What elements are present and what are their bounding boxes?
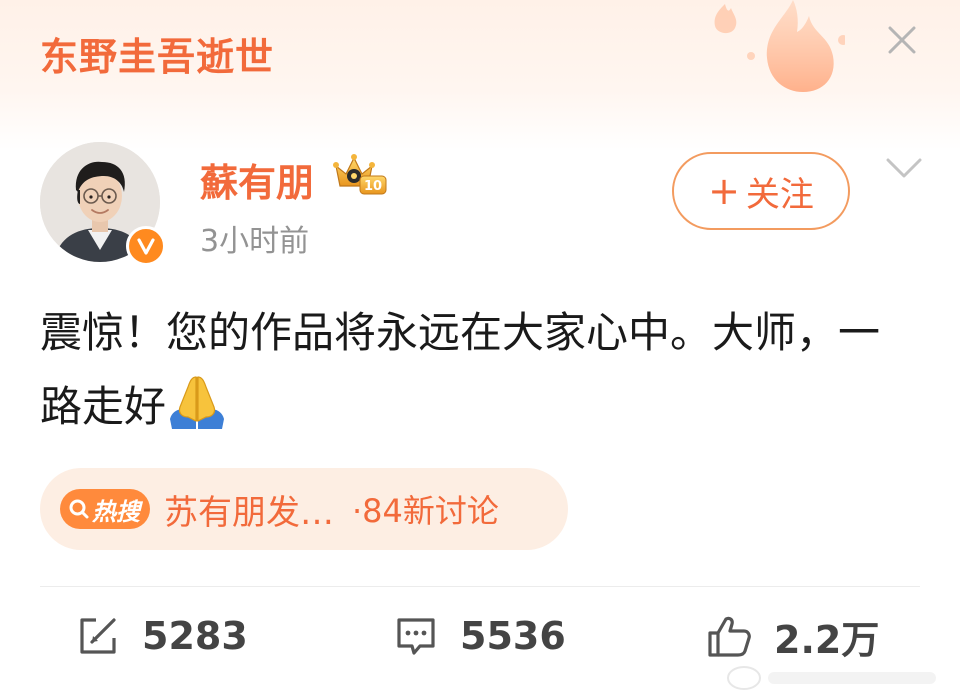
repost-icon	[80, 618, 116, 654]
thumbs-up-icon	[708, 616, 751, 657]
vip-crown-icon[interactable]: 10	[330, 152, 388, 196]
author-name[interactable]: 蘇有朋	[200, 152, 314, 207]
close-icon[interactable]	[880, 18, 924, 62]
chevron-down-icon[interactable]	[884, 154, 924, 182]
like-count: 2.2万	[774, 617, 880, 662]
follow-label: 关注	[745, 174, 814, 215]
plus-icon: +	[708, 169, 740, 213]
topic-title[interactable]: 东野圭吾逝世	[40, 26, 274, 81]
hot-search-discussion-count: ·84新讨论	[352, 492, 499, 530]
hot-search-badge-label: 热搜	[92, 497, 140, 526]
comment-button[interactable]: 5536	[394, 610, 566, 662]
repost-count: 5283	[142, 614, 248, 658]
search-icon	[69, 499, 89, 519]
vip-level-text: 10	[364, 179, 382, 194]
folded-hands-emoji-icon	[170, 376, 225, 429]
hot-search-topic: 苏有朋发…	[164, 492, 334, 533]
flame-decoration-icon	[714, 0, 845, 92]
hot-search-badge: 热搜	[60, 489, 150, 529]
weibo-post-screen: 东野圭吾逝世 蘇有朋 10 3小时前 + 关注 震惊！您的作品将永远在大家心中。…	[0, 0, 960, 700]
comment-icon	[397, 618, 435, 655]
hot-search-pill[interactable]: 热搜 苏有朋发… ·84新讨论	[40, 468, 568, 550]
verified-badge-icon	[126, 226, 166, 266]
like-button[interactable]: 2.2万	[706, 610, 879, 662]
comment-count: 5536	[460, 614, 566, 658]
repost-button[interactable]: 5283	[76, 610, 248, 662]
follow-button[interactable]: + 关注	[672, 152, 850, 230]
post-time: 3小时前	[200, 224, 310, 259]
divider	[40, 586, 920, 587]
post-text: 震惊！您的作品将永远在大家心中。大师，一路走好	[40, 296, 920, 444]
watermark-logo-icon	[727, 666, 936, 690]
avatar[interactable]	[40, 142, 166, 266]
